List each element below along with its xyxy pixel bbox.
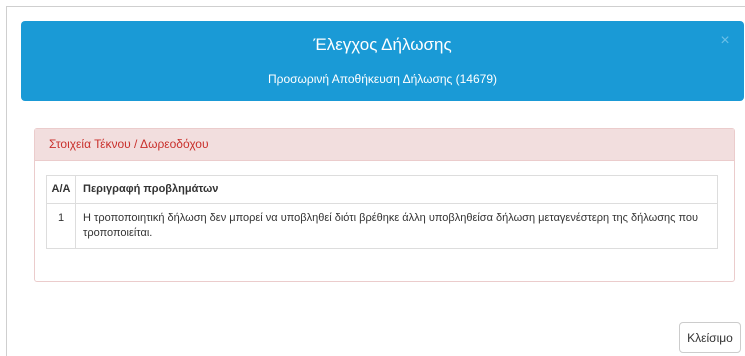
row-description: Η τροποποιητική δήλωση δεν μπορεί να υπο… [75, 203, 718, 249]
problems-table: Α/Α Περιγραφή προβλημάτων 1 Η τροποποιητ… [46, 175, 718, 249]
row-aa: 1 [46, 203, 76, 249]
table-row: 1 Η τροποποιητική δήλωση δεν μπορεί να υ… [46, 203, 718, 249]
problems-panel: Στοιχεία Τέκνου / Δωρεοδόχου Α/Α Περιγρα… [34, 128, 735, 282]
modal-left-border [6, 6, 7, 356]
modal-top-border [6, 6, 745, 7]
modal-title: Έλεγχος Δήλωσης [313, 35, 452, 54]
column-header-aa: Α/Α [46, 175, 76, 204]
table-header-row: Α/Α Περιγραφή προβλημάτων [46, 175, 718, 204]
column-header-description: Περιγραφή προβλημάτων [75, 175, 718, 204]
close-icon[interactable]: × [718, 33, 732, 49]
modal-subtitle: Προσωρινή Αποθήκευση Δήλωσης (14679) [267, 72, 497, 86]
panel-heading: Στοιχεία Τέκνου / Δωρεοδόχου [35, 129, 734, 161]
declaration-check-modal: Έλεγχος Δήλωσης Προσωρινή Αποθήκευση Δήλ… [0, 0, 745, 356]
close-button[interactable]: Κλείσιμο [679, 322, 741, 353]
modal-header: Έλεγχος Δήλωσης Προσωρινή Αποθήκευση Δήλ… [21, 21, 744, 101]
